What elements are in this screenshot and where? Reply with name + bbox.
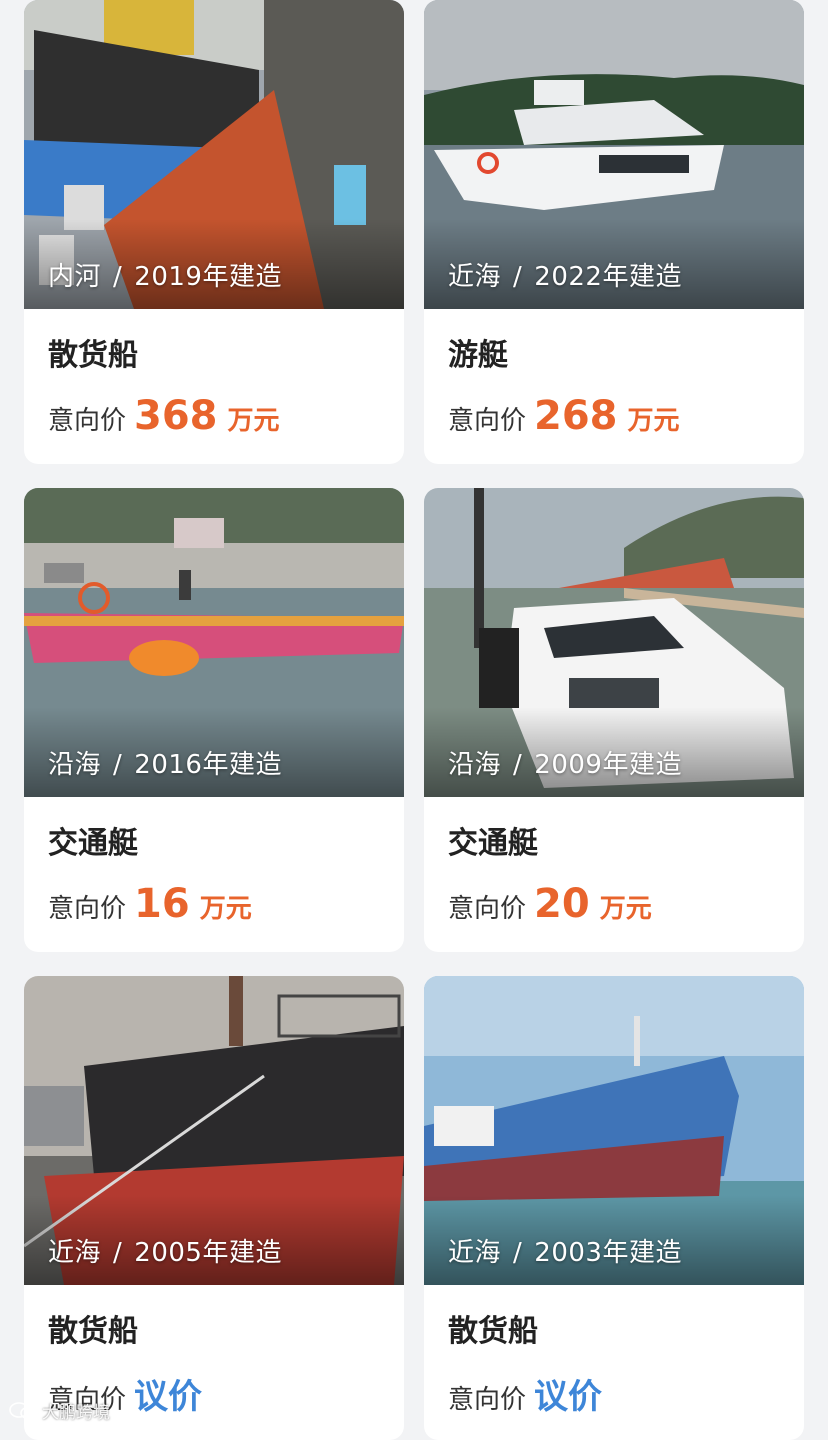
ship-name: 交通艇	[48, 826, 138, 861]
negotiable-price: 议价	[134, 1377, 203, 1417]
build-year: 2003年建造	[534, 1238, 682, 1268]
price-unit: 万元	[599, 894, 652, 924]
ship-photo: 沿海 / 2009年建造	[424, 488, 804, 797]
ship-meta: 沿海 / 2009年建造	[448, 744, 682, 781]
waters-type: 内河	[48, 262, 102, 292]
build-year: 2022年建造	[534, 262, 682, 292]
listing-card[interactable]: 内河 / 2019年建造 散货船 意向价 368 万元	[24, 0, 404, 464]
price-row: 意向价 368 万元	[48, 393, 380, 439]
price-row: 意向价 议价	[448, 1369, 780, 1417]
price-value: 268	[534, 393, 618, 439]
ship-meta: 沿海 / 2016年建造	[48, 744, 282, 781]
watermark: 大鹏跨境	[8, 1398, 110, 1423]
ship-photo: 近海 / 2005年建造	[24, 976, 404, 1285]
waters-type: 近海	[448, 262, 502, 292]
ship-name: 散货船	[48, 338, 138, 373]
listing-card[interactable]: 近海 / 2022年建造 游艇 意向价 268 万元	[424, 0, 804, 464]
separator: /	[113, 750, 123, 780]
ship-photo: 内河 / 2019年建造	[24, 0, 404, 309]
ship-meta: 近海 / 2022年建造	[448, 256, 682, 293]
separator: /	[513, 750, 523, 780]
separator: /	[513, 1238, 523, 1268]
price-label: 意向价	[448, 1385, 527, 1415]
waters-type: 沿海	[448, 750, 502, 780]
price-label: 意向价	[48, 406, 127, 436]
price-unit: 万元	[227, 406, 280, 436]
watermark-text: 大鹏跨境	[42, 1403, 110, 1423]
price-label: 意向价	[48, 894, 127, 924]
price-value: 368	[134, 393, 218, 439]
price-label: 意向价	[448, 406, 527, 436]
listing-grid: 内河 / 2019年建造 散货船 意向价 368 万元 近海 / 2022年建造 游…	[24, 0, 804, 1440]
separator: /	[113, 1238, 123, 1268]
price-row: 意向价 268 万元	[448, 393, 780, 439]
price-row: 意向价 20 万元	[448, 881, 780, 927]
price-unit: 万元	[199, 894, 252, 924]
ship-meta: 近海 / 2003年建造	[448, 1232, 682, 1269]
listing-card[interactable]: 沿海 / 2016年建造 交通艇 意向价 16 万元	[24, 488, 404, 952]
price-unit: 万元	[627, 406, 680, 436]
ship-name: 交通艇	[448, 826, 538, 861]
build-year: 2005年建造	[134, 1238, 282, 1268]
ship-photo: 沿海 / 2016年建造	[24, 488, 404, 797]
wechat-logo-icon	[9, 1401, 36, 1419]
build-year: 2016年建造	[134, 750, 282, 780]
ship-meta: 近海 / 2005年建造	[48, 1232, 282, 1269]
price-value: 20	[534, 881, 590, 927]
separator: /	[113, 262, 123, 292]
waters-type: 近海	[448, 1238, 502, 1268]
build-year: 2009年建造	[534, 750, 682, 780]
price-label: 意向价	[448, 894, 527, 924]
ship-photo: 近海 / 2022年建造	[424, 0, 804, 309]
build-year: 2019年建造	[134, 262, 282, 292]
ship-meta: 内河 / 2019年建造	[48, 256, 282, 293]
listing-card[interactable]: 近海/2005年建造 散货船 意向价 议价	[24, 976, 404, 1440]
negotiable-price: 议价	[534, 1377, 603, 1417]
listing-card[interactable]: 沿海 / 2009年建造 交通艇 意向价 20 万元	[424, 488, 804, 952]
ship-name: 散货船	[48, 1314, 138, 1349]
price-value: 16	[134, 881, 190, 927]
separator: /	[513, 262, 523, 292]
ship-photo: 近海 / 2003年建造	[424, 976, 804, 1285]
listing-card[interactable]: 近海 / 2003年建造 散货船 意向价 议价	[424, 976, 804, 1440]
ship-name: 散货船	[448, 1314, 538, 1349]
ship-name: 游艇	[448, 338, 508, 373]
waters-type: 近海	[48, 1238, 102, 1268]
price-row: 意向价 16 万元	[48, 881, 380, 927]
waters-type: 沿海	[48, 750, 102, 780]
